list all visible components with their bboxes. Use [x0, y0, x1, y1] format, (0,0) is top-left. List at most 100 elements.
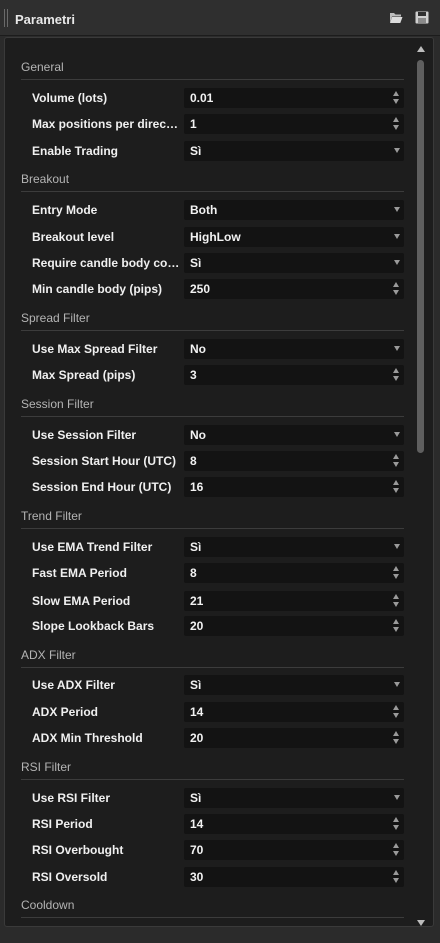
parameter-label: Use EMA Trend Filter	[32, 540, 153, 554]
increment-arrow-icon[interactable]	[393, 117, 399, 122]
increment-arrow-icon[interactable]	[393, 91, 399, 96]
decrement-arrow-icon[interactable]	[393, 602, 399, 607]
parameter-label: Volume (lots)	[32, 91, 108, 105]
decrement-arrow-icon[interactable]	[393, 739, 399, 744]
parameter-dropdown[interactable]: Both	[184, 200, 404, 220]
decrement-arrow-icon[interactable]	[393, 878, 399, 883]
chevron-down-icon[interactable]	[394, 432, 400, 437]
chevron-down-icon[interactable]	[394, 544, 400, 549]
parameter-value: 250	[190, 282, 211, 296]
parameter-spinner[interactable]: 14	[184, 702, 404, 722]
section-divider	[21, 330, 404, 331]
parameter-label: Slope Lookback Bars	[32, 619, 155, 633]
parameter-value: 14	[190, 705, 204, 719]
parameter-spinner[interactable]: 8	[184, 563, 404, 583]
increment-arrow-icon[interactable]	[393, 817, 399, 822]
parameter-spinner[interactable]: 20	[184, 728, 404, 748]
parameter-value: HighLow	[190, 230, 241, 244]
chevron-down-icon[interactable]	[394, 234, 400, 239]
parameter-label: Entry Mode	[32, 203, 98, 217]
decrement-arrow-icon[interactable]	[393, 574, 399, 579]
decrement-arrow-icon[interactable]	[393, 713, 399, 718]
increment-arrow-icon[interactable]	[393, 870, 399, 875]
parameter-label: Use RSI Filter	[32, 791, 111, 805]
parameter-value: Sì	[190, 540, 202, 554]
scroll-up-arrow-icon[interactable]	[417, 46, 425, 52]
folder-open-icon[interactable]	[389, 11, 403, 24]
parameter-spinner[interactable]: 14	[184, 814, 404, 834]
parameter-spinner[interactable]: 3	[184, 365, 404, 385]
parameter-dropdown[interactable]: No	[184, 425, 404, 445]
chevron-down-icon[interactable]	[394, 260, 400, 265]
parameter-dropdown[interactable]: Sì	[184, 675, 404, 695]
increment-arrow-icon[interactable]	[393, 282, 399, 287]
increment-arrow-icon[interactable]	[393, 480, 399, 485]
parameter-value: 21	[190, 594, 204, 608]
increment-arrow-icon[interactable]	[393, 454, 399, 459]
decrement-arrow-icon[interactable]	[393, 488, 399, 493]
decrement-arrow-icon[interactable]	[393, 125, 399, 130]
parameter-label: Min candle body (pips)	[32, 282, 163, 296]
increment-arrow-icon[interactable]	[393, 368, 399, 373]
section-divider	[21, 779, 404, 780]
decrement-arrow-icon[interactable]	[393, 825, 399, 830]
parameter-value: No	[190, 428, 206, 442]
parameter-dropdown[interactable]: Sì	[184, 788, 404, 808]
chevron-down-icon[interactable]	[394, 682, 400, 687]
parameter-dropdown[interactable]: Sì	[184, 537, 404, 557]
parameter-value: Sì	[190, 791, 202, 805]
increment-arrow-icon[interactable]	[393, 619, 399, 624]
increment-arrow-icon[interactable]	[393, 594, 399, 599]
parameter-spinner[interactable]: 8	[184, 451, 404, 471]
parameter-value: Sì	[190, 144, 202, 158]
parameter-spinner[interactable]: 70	[184, 840, 404, 860]
decrement-arrow-icon[interactable]	[393, 99, 399, 104]
decrement-arrow-icon[interactable]	[393, 376, 399, 381]
parameter-spinner[interactable]: 0.01	[184, 88, 404, 108]
parameters-panel: General Volume (lots) 0.01 Max positions pe…	[4, 37, 434, 927]
increment-arrow-icon[interactable]	[393, 705, 399, 710]
parameter-spinner[interactable]: 250	[184, 279, 404, 299]
drag-handle[interactable]	[4, 9, 8, 27]
section-title: Spread Filter	[21, 311, 90, 325]
decrement-arrow-icon[interactable]	[393, 851, 399, 856]
parameter-value: Sì	[190, 678, 202, 692]
parameter-spinner[interactable]: 16	[184, 477, 404, 497]
parameter-label: ADX Period	[32, 705, 99, 719]
parameter-label: Use Session Filter	[32, 428, 137, 442]
increment-arrow-icon[interactable]	[393, 843, 399, 848]
parameter-label: Slow EMA Period	[32, 594, 131, 608]
parameter-value: No	[190, 342, 206, 356]
increment-arrow-icon[interactable]	[393, 731, 399, 736]
parameter-value: 20	[190, 619, 204, 633]
parameter-dropdown[interactable]: No	[184, 339, 404, 359]
parameter-dropdown[interactable]: Sì	[184, 141, 404, 161]
chevron-down-icon[interactable]	[394, 148, 400, 153]
parameter-dropdown[interactable]: HighLow	[184, 227, 404, 247]
parameter-spinner[interactable]: 21	[184, 591, 404, 611]
parameter-label: Breakout level	[32, 230, 115, 244]
section-divider	[21, 528, 404, 529]
parameter-label: Session End Hour (UTC)	[32, 480, 172, 494]
decrement-arrow-icon[interactable]	[393, 462, 399, 467]
parameter-value: 8	[190, 454, 197, 468]
parameter-value: 30	[190, 870, 204, 884]
increment-arrow-icon[interactable]	[393, 566, 399, 571]
parameter-spinner[interactable]: 20	[184, 616, 404, 636]
parameter-dropdown[interactable]: Sì	[184, 253, 404, 273]
chevron-down-icon[interactable]	[394, 207, 400, 212]
panel-footer	[0, 928, 440, 943]
chevron-down-icon[interactable]	[394, 346, 400, 351]
decrement-arrow-icon[interactable]	[393, 290, 399, 295]
parameter-value: 14	[190, 817, 204, 831]
scroll-thumb[interactable]	[417, 60, 424, 453]
section-title: Breakout	[21, 172, 70, 186]
scroll-down-arrow-icon[interactable]	[417, 920, 425, 926]
chevron-down-icon[interactable]	[394, 795, 400, 800]
parameter-spinner[interactable]: 30	[184, 867, 404, 887]
parameter-spinner[interactable]: 1	[184, 114, 404, 134]
save-icon[interactable]	[415, 11, 429, 24]
section-title: General	[21, 60, 64, 74]
decrement-arrow-icon[interactable]	[393, 627, 399, 632]
vertical-scrollbar[interactable]	[416, 46, 425, 926]
